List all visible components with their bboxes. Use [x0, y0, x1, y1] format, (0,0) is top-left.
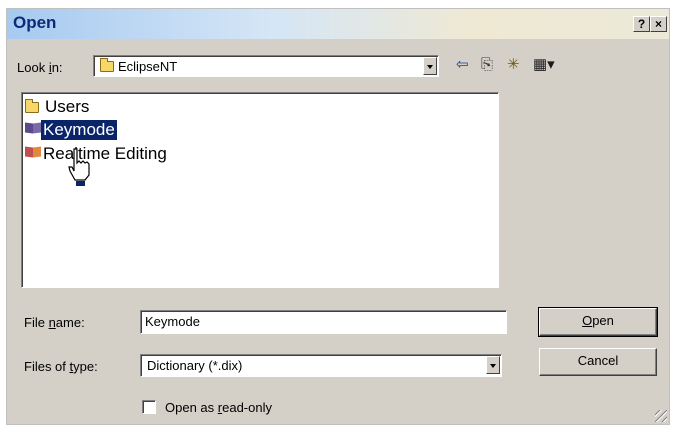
- open-button[interactable]: Open: [538, 307, 658, 337]
- title-bar[interactable]: Open ? ×: [7, 9, 669, 39]
- item-name: Realtime Editing: [43, 144, 167, 163]
- resize-grip[interactable]: [655, 410, 667, 422]
- list-item[interactable]: Users: [25, 97, 91, 117]
- dictionary-icon: [25, 146, 41, 158]
- look-in-dropdown[interactable]: EclipseNT: [93, 55, 439, 77]
- read-only-label[interactable]: Open as read-only: [165, 400, 272, 415]
- close-button[interactable]: ×: [650, 16, 667, 32]
- help-button[interactable]: ?: [633, 16, 650, 32]
- dictionary-icon: [25, 122, 41, 134]
- view-menu-icon[interactable]: ▦▾: [533, 57, 555, 73]
- list-item[interactable]: Keymode: [25, 120, 117, 140]
- new-folder-icon[interactable]: ✳: [507, 57, 520, 73]
- item-name: Keymode: [41, 120, 117, 140]
- folder-icon: [100, 58, 114, 72]
- file-name-field[interactable]: Keymode: [140, 310, 507, 334]
- list-item[interactable]: Realtime Editing: [25, 144, 169, 164]
- file-name-label: File name:: [24, 315, 85, 330]
- item-name: Users: [45, 97, 90, 116]
- dialog-title: Open: [13, 13, 57, 32]
- open-dialog: Open ? × Look in: EclipseNT ⇦ ⎘ ✳ ▦▾ Use…: [6, 8, 670, 425]
- file-type-dropdown-arrow[interactable]: [486, 356, 500, 374]
- cancel-button[interactable]: Cancel: [539, 348, 657, 376]
- read-only-checkbox[interactable]: [142, 400, 156, 414]
- file-list[interactable]: Users Keymode Realtime Editing: [21, 92, 499, 288]
- look-in-value: EclipseNT: [118, 59, 178, 74]
- folder-icon: [25, 99, 39, 113]
- look-in-label: Look in:: [17, 60, 63, 75]
- hand-cursor-icon: [68, 148, 90, 186]
- back-icon[interactable]: ⇦: [456, 57, 469, 73]
- file-type-label: Files of type:: [24, 359, 98, 374]
- look-in-dropdown-arrow[interactable]: [423, 57, 437, 75]
- file-type-dropdown[interactable]: Dictionary (*.dix): [140, 354, 502, 377]
- up-folder-icon[interactable]: ⎘: [481, 57, 493, 73]
